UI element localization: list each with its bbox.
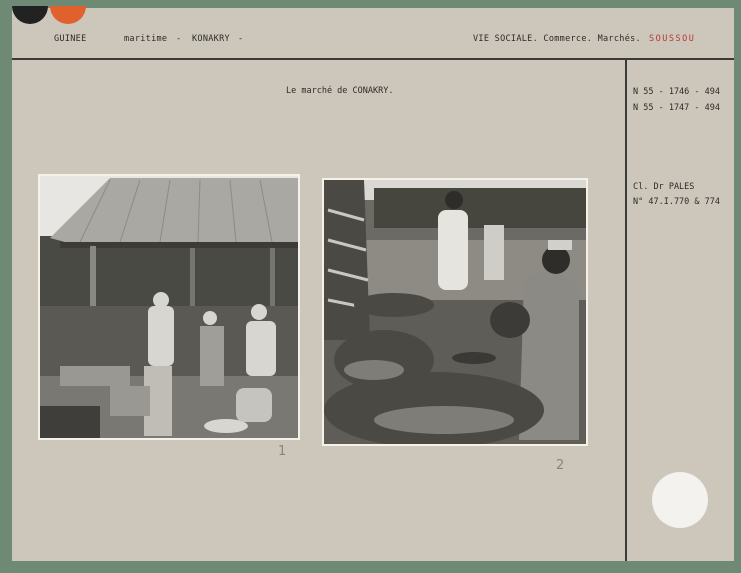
market-photo-2 (322, 178, 588, 446)
ref-line-1: N 55 - 1746 - 494 (633, 87, 720, 97)
header-trail: - (238, 34, 244, 44)
white-sticker (652, 472, 708, 528)
header-city: KONAKRY (192, 34, 230, 44)
market-photo-1 (38, 174, 300, 440)
header-separator: - (176, 34, 182, 44)
header-country: GUINEE (54, 34, 87, 44)
negative-number: N° 47.I.770 & 774 (633, 197, 720, 207)
header-themes: VIE SOCIALE. Commerce. Marchés. (473, 34, 641, 44)
photo-1-number: 1 (278, 444, 287, 459)
archive-card: GUINEE maritime - KONAKRY - VIE SOCIALE.… (12, 6, 734, 561)
column-divider (625, 60, 627, 561)
photo-credit: Cl. Dr PALES (633, 182, 695, 192)
header-ethnic-group: SOUSSOU (649, 34, 696, 44)
ref-line-2: N 55 - 1747 - 494 (633, 103, 720, 113)
card-header: GUINEE maritime - KONAKRY - VIE SOCIALE.… (12, 8, 734, 58)
photo-caption: Le marché de CONAKRY. (286, 86, 394, 96)
header-region: maritime (124, 34, 168, 44)
photo-2-number: 2 (556, 458, 565, 473)
